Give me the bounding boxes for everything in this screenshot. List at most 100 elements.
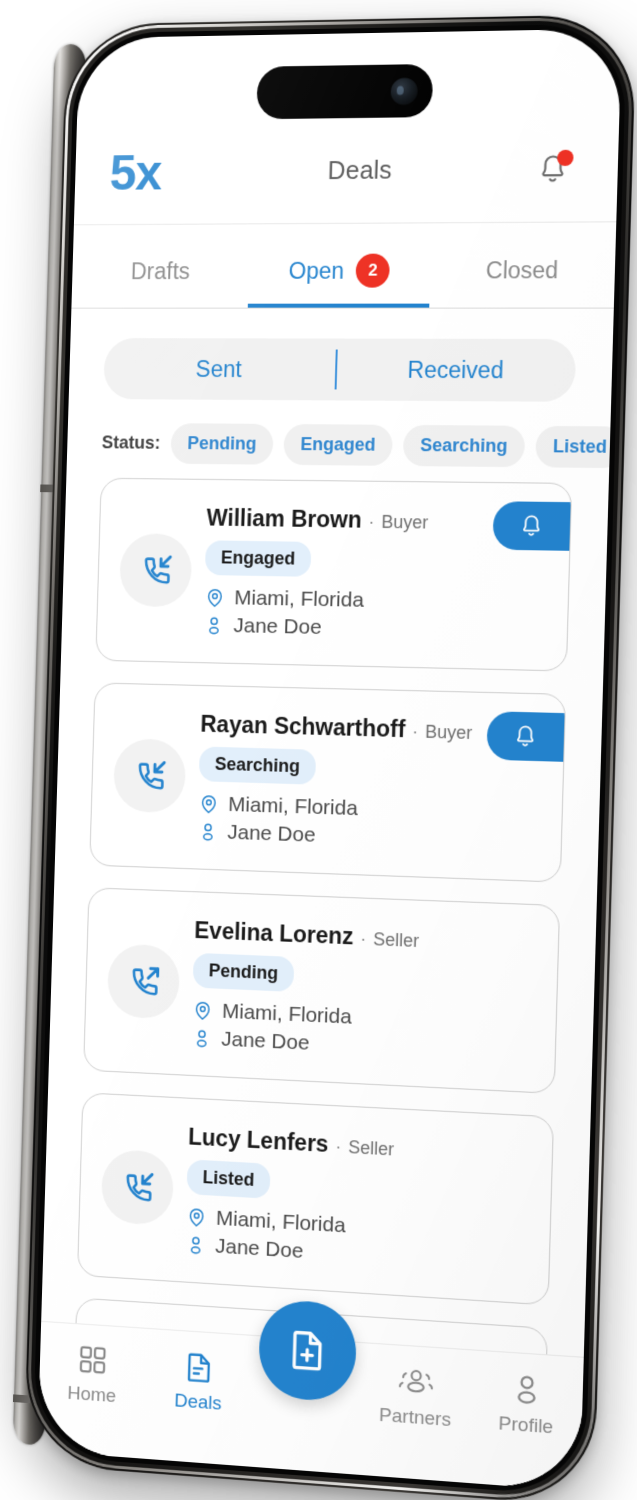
nav-item-profile-label: Profile — [498, 1413, 554, 1439]
deal-body: Lucy Lenfers · Seller Listed Miami, Flor… — [185, 1124, 553, 1279]
call-incoming-icon — [129, 754, 171, 797]
new-deal-fab-button[interactable] — [257, 1298, 358, 1404]
deal-agent: Jane Doe — [233, 614, 322, 639]
bell-icon — [535, 152, 570, 187]
deal-agent-row: Jane Doe — [203, 614, 557, 645]
header-divider — [73, 221, 617, 226]
deal-status-badge: Listed — [186, 1159, 271, 1199]
call-incoming-icon — [117, 1165, 159, 1209]
status-chip-engaged[interactable]: Engaged — [283, 423, 394, 466]
deal-body: Rayan Schwarthoff · Buyer Searching Miam… — [197, 711, 564, 856]
deal-location: Miami, Florida — [215, 1206, 346, 1238]
deal-status-badge: Pending — [192, 952, 295, 992]
tab-bar-rule — [71, 307, 614, 309]
deal-agent: Jane Doe — [227, 820, 316, 847]
deal-avatar — [106, 943, 181, 1020]
status-chip-listed[interactable]: Listed — [535, 425, 622, 468]
deal-agent: Jane Doe — [214, 1234, 304, 1263]
tab-open[interactable]: Open 2 — [248, 232, 431, 308]
tab-closed[interactable]: Closed — [429, 231, 616, 308]
deal-role: Seller — [373, 929, 420, 952]
deal-role: Seller — [347, 1137, 395, 1160]
phone-screen: 5x Deals Drafts Open 2 Closed Sent Recei… — [37, 28, 622, 1492]
phone-mockup: 5x Deals Drafts Open 2 Closed Sent Recei… — [12, 14, 637, 1500]
map-pin-icon — [186, 1206, 208, 1229]
person-icon — [203, 615, 225, 637]
deal-bell-button[interactable] — [492, 501, 571, 551]
deal-avatar — [112, 738, 187, 814]
document-icon — [182, 1349, 216, 1385]
deal-agent-row: Jane Doe — [197, 820, 551, 856]
deal-name: Evelina Lorenz — [193, 917, 354, 950]
deal-body: William Brown · Buyer Engaged Miami, Flo… — [203, 505, 570, 645]
nav-item-profile[interactable]: Profile — [470, 1369, 583, 1442]
deal-name: Rayan Schwarthoff — [200, 710, 406, 743]
grid-icon — [76, 1342, 110, 1378]
deal-name-row: Evelina Lorenz · Seller — [194, 917, 548, 958]
deal-avatar — [100, 1148, 175, 1227]
app-header: 5x Deals — [74, 125, 620, 215]
scene: 5x Deals Drafts Open 2 Closed Sent Recei… — [0, 0, 637, 1500]
deal-separator: · — [360, 928, 367, 949]
people-icon — [398, 1364, 435, 1401]
status-filter-row: Status: Pending Engaged Searching Listed — [101, 421, 622, 469]
app-logo[interactable]: 5x — [109, 145, 216, 201]
bell-icon — [512, 723, 539, 750]
deal-separator: · — [335, 1136, 342, 1157]
map-pin-icon — [192, 999, 214, 1022]
segment-sent[interactable]: Sent — [104, 355, 336, 383]
deal-card[interactable]: Rayan Schwarthoff · Buyer Searching Miam… — [89, 682, 567, 883]
map-pin-icon — [204, 587, 226, 609]
deal-name: William Brown — [206, 504, 363, 533]
deal-status-badge: Engaged — [204, 540, 312, 577]
antenna-band-bottom — [12, 1394, 31, 1404]
deal-avatar — [118, 533, 193, 608]
tab-open-label: Open — [288, 257, 345, 284]
deal-location: Miami, Florida — [227, 793, 359, 821]
tab-drafts-label: Drafts — [130, 257, 191, 284]
deal-name-row: William Brown · Buyer — [206, 505, 560, 537]
nav-item-partners-label: Partners — [378, 1404, 452, 1432]
person-icon — [191, 1027, 213, 1050]
status-filter-label: Status: — [101, 432, 161, 453]
map-pin-icon — [198, 793, 220, 816]
sent-received-segmented-control: Sent Received — [103, 338, 577, 402]
deal-status-tabs: Drafts Open 2 Closed — [71, 231, 616, 309]
nav-item-deals[interactable]: Deals — [144, 1347, 253, 1418]
tab-closed-label: Closed — [485, 256, 559, 283]
deal-agent: Jane Doe — [221, 1027, 310, 1055]
notification-bell-button[interactable] — [524, 141, 582, 198]
deal-name-row: Rayan Schwarthoff · Buyer — [200, 711, 554, 748]
nav-item-partners[interactable]: Partners — [360, 1361, 472, 1433]
deal-body: Evelina Lorenz · Seller Pending Miami, F… — [191, 917, 559, 1067]
status-chip-pending[interactable]: Pending — [170, 422, 274, 465]
nav-item-home-label: Home — [67, 1382, 117, 1408]
deal-name: Lucy Lenfers — [187, 1123, 329, 1157]
deal-status-badge: Searching — [198, 746, 317, 785]
deal-location: Miami, Florida — [234, 586, 365, 612]
deal-location: Miami, Florida — [221, 999, 353, 1029]
deal-role: Buyer — [381, 511, 429, 533]
tab-drafts[interactable]: Drafts — [71, 233, 250, 308]
deal-card[interactable]: William Brown · Buyer Engaged Miami, Flo… — [95, 477, 573, 672]
status-chip-searching[interactable]: Searching — [402, 424, 526, 467]
bell-icon — [518, 513, 545, 540]
deal-agent-row: Jane Doe — [191, 1026, 545, 1067]
deal-card[interactable]: Lucy Lenfers · Seller Listed Miami, Flor… — [76, 1092, 555, 1306]
segment-received[interactable]: Received — [337, 356, 576, 384]
deal-separator: · — [368, 511, 375, 532]
notification-badge-dot — [557, 149, 574, 167]
deal-location-row: Miami, Florida — [204, 586, 558, 617]
deal-card[interactable]: Evelina Lorenz · Seller Pending Miami, F… — [83, 887, 561, 1094]
front-camera-icon — [390, 77, 419, 105]
call-outgoing-icon — [123, 960, 165, 1003]
deal-separator: · — [411, 721, 419, 742]
person-icon — [185, 1234, 207, 1257]
person-icon — [197, 821, 219, 844]
nav-item-home[interactable]: Home — [39, 1340, 146, 1411]
document-plus-icon — [284, 1326, 331, 1375]
deal-agent-row: Jane Doe — [185, 1233, 539, 1279]
deal-role: Buyer — [424, 721, 473, 744]
page-title: Deals — [327, 156, 393, 185]
deal-bell-button[interactable] — [486, 711, 565, 762]
